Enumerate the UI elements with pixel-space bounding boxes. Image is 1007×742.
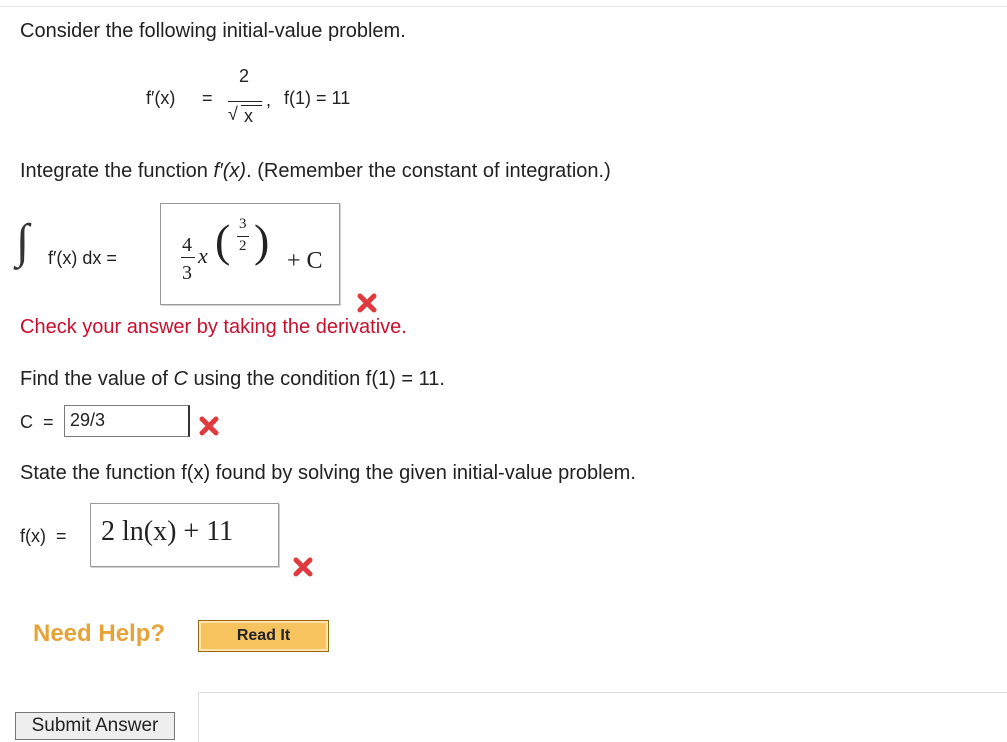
- exponent-right-paren: ): [254, 215, 270, 266]
- read-it-button[interactable]: Read It: [198, 620, 329, 652]
- submit-answer-button[interactable]: Submit Answer: [15, 712, 175, 740]
- integral-sign: ∫: [16, 215, 30, 268]
- fraction-denominator: x: [244, 106, 253, 126]
- state-function-instruction: State the function f(x) found by solving…: [20, 462, 636, 484]
- derivative-hint: Check your answer by taking the derivati…: [20, 316, 407, 338]
- initial-condition: f(1) = 11: [284, 88, 351, 108]
- top-divider: [0, 6, 1007, 7]
- coefficient-denominator: 3: [182, 262, 192, 284]
- fprime-label: f′(x): [146, 88, 176, 108]
- find-c-instruction: Find the value of C using the condition …: [20, 368, 445, 391]
- fraction-bar: [228, 101, 262, 102]
- feedback-panel: [198, 692, 1007, 742]
- exponent-denominator: 2: [239, 238, 247, 254]
- need-help-label: Need Help?: [33, 620, 166, 647]
- incorrect-x-icon: [357, 293, 377, 313]
- incorrect-x-icon: [199, 416, 219, 436]
- integrand-label: f′(x) dx =: [48, 248, 117, 268]
- c-value-input[interactable]: 29/3: [64, 405, 190, 437]
- sqrt-sign: √: [228, 104, 238, 124]
- integrate-instruction: Integrate the function f′(x). (Remember …: [20, 160, 611, 183]
- find-c-condition: f(1) = 11.: [365, 368, 445, 390]
- integrate-instruction-function: f′(x): [213, 160, 247, 182]
- exponent-numerator: 3: [239, 216, 247, 232]
- intro-text: Consider the following initial-value pro…: [20, 20, 406, 42]
- function-answer-box[interactable]: 2 ln(x) + 11: [90, 503, 279, 567]
- incorrect-x-icon: [293, 557, 313, 577]
- antiderivative-answer-box[interactable]: 4 3 x ( 3 2 ) + C: [160, 203, 340, 305]
- equals-sign: =: [202, 88, 213, 108]
- exponent-bar: [237, 236, 249, 237]
- find-c-mid: using the condition: [187, 368, 366, 390]
- fraction-numerator: 2: [239, 66, 250, 86]
- find-c-variable: C: [173, 368, 188, 390]
- exponent-left-paren: (: [215, 215, 231, 266]
- c-label: C =: [20, 412, 54, 432]
- comma: ,: [266, 90, 272, 110]
- problem-statement: f′(x) = 2 √ x , f(1) = 11: [146, 66, 406, 130]
- variable-x: x: [198, 243, 208, 268]
- function-answer: 2 ln(x) + 11: [101, 516, 234, 547]
- coefficient-numerator: 4: [182, 234, 192, 256]
- fx-label: f(x) =: [20, 526, 67, 546]
- plus-constant: + C: [287, 248, 323, 274]
- integrate-instruction-suffix: . (Remember the constant of integration.…: [246, 160, 611, 182]
- coefficient-bar: [181, 257, 195, 258]
- integrate-instruction-prefix: Integrate the function: [20, 160, 214, 182]
- find-c-prefix: Find the value of: [20, 368, 174, 390]
